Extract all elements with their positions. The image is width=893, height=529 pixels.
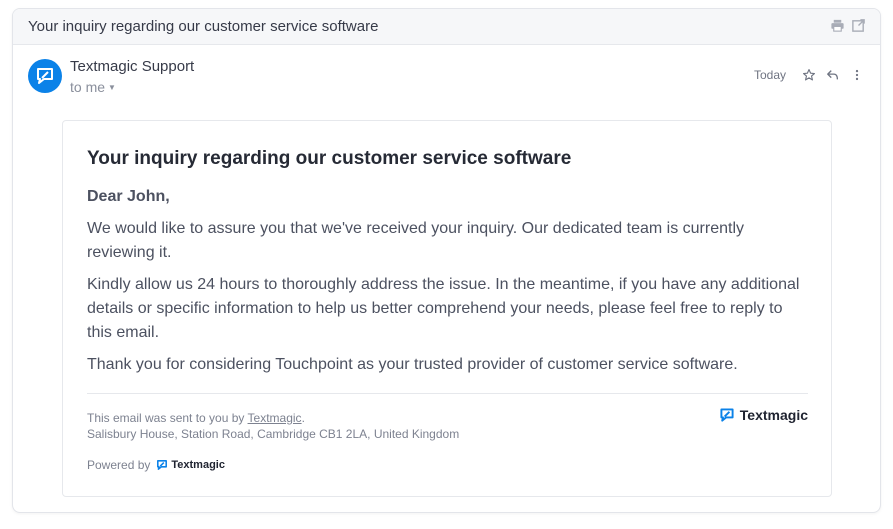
caret-down-icon: ▼ — [108, 83, 116, 92]
more-vertical-icon[interactable] — [850, 68, 864, 82]
email-window: Your inquiry regarding our customer serv… — [12, 8, 881, 513]
footer-info: This email was sent to you by Textmagic.… — [87, 410, 459, 442]
powered-by-label: Powered by — [87, 458, 151, 472]
textmagic-link[interactable]: Textmagic — [248, 411, 302, 425]
avatar — [28, 59, 62, 93]
email-header-bar: Your inquiry regarding our customer serv… — [13, 9, 880, 45]
message-actions: Today — [754, 68, 864, 82]
textmagic-logo-icon — [720, 408, 734, 422]
email-paragraph: We would like to assure you that we've r… — [87, 220, 744, 261]
powered-brand-name: Textmagic — [171, 459, 225, 471]
recipient-dropdown[interactable]: to me ▼ — [70, 79, 116, 95]
powered-by: Powered by Textmagic — [87, 458, 225, 472]
email-paragraph: Kindly allow us 24 hours to thoroughly a… — [87, 276, 800, 341]
open-in-new-window-icon[interactable] — [851, 18, 866, 33]
star-icon[interactable] — [802, 68, 816, 82]
textmagic-logo-icon — [157, 460, 168, 470]
footer-divider — [87, 393, 808, 394]
message-date: Today — [753, 68, 786, 82]
brand-logo: Textmagic — [719, 407, 808, 423]
print-icon[interactable] — [830, 18, 845, 33]
sender-name: Textmagic Support — [70, 58, 195, 75]
reply-icon[interactable] — [826, 68, 840, 82]
email-title: Your inquiry regarding our customer serv… — [87, 148, 572, 169]
textmagic-logo-icon — [37, 68, 53, 84]
email-paragraph: Thank you for considering Touchpoint as … — [87, 356, 738, 373]
brand-name: Textmagic — [739, 407, 808, 423]
recipient-label: to me — [70, 79, 106, 95]
email-subject: Your inquiry regarding our customer serv… — [28, 18, 379, 35]
sent-by-line: This email was sent to you by Textmagic. — [87, 410, 459, 426]
sent-by-prefix: This email was sent to you by — [87, 411, 248, 425]
powered-brand[interactable]: Textmagic — [156, 459, 225, 471]
sent-by-suffix: . — [301, 411, 305, 425]
email-greeting: Dear John, — [87, 188, 170, 205]
company-address: Salisbury House, Station Road, Cambridge… — [87, 427, 460, 441]
email-body-card: Your inquiry regarding our customer serv… — [62, 120, 832, 497]
header-actions — [830, 18, 866, 33]
